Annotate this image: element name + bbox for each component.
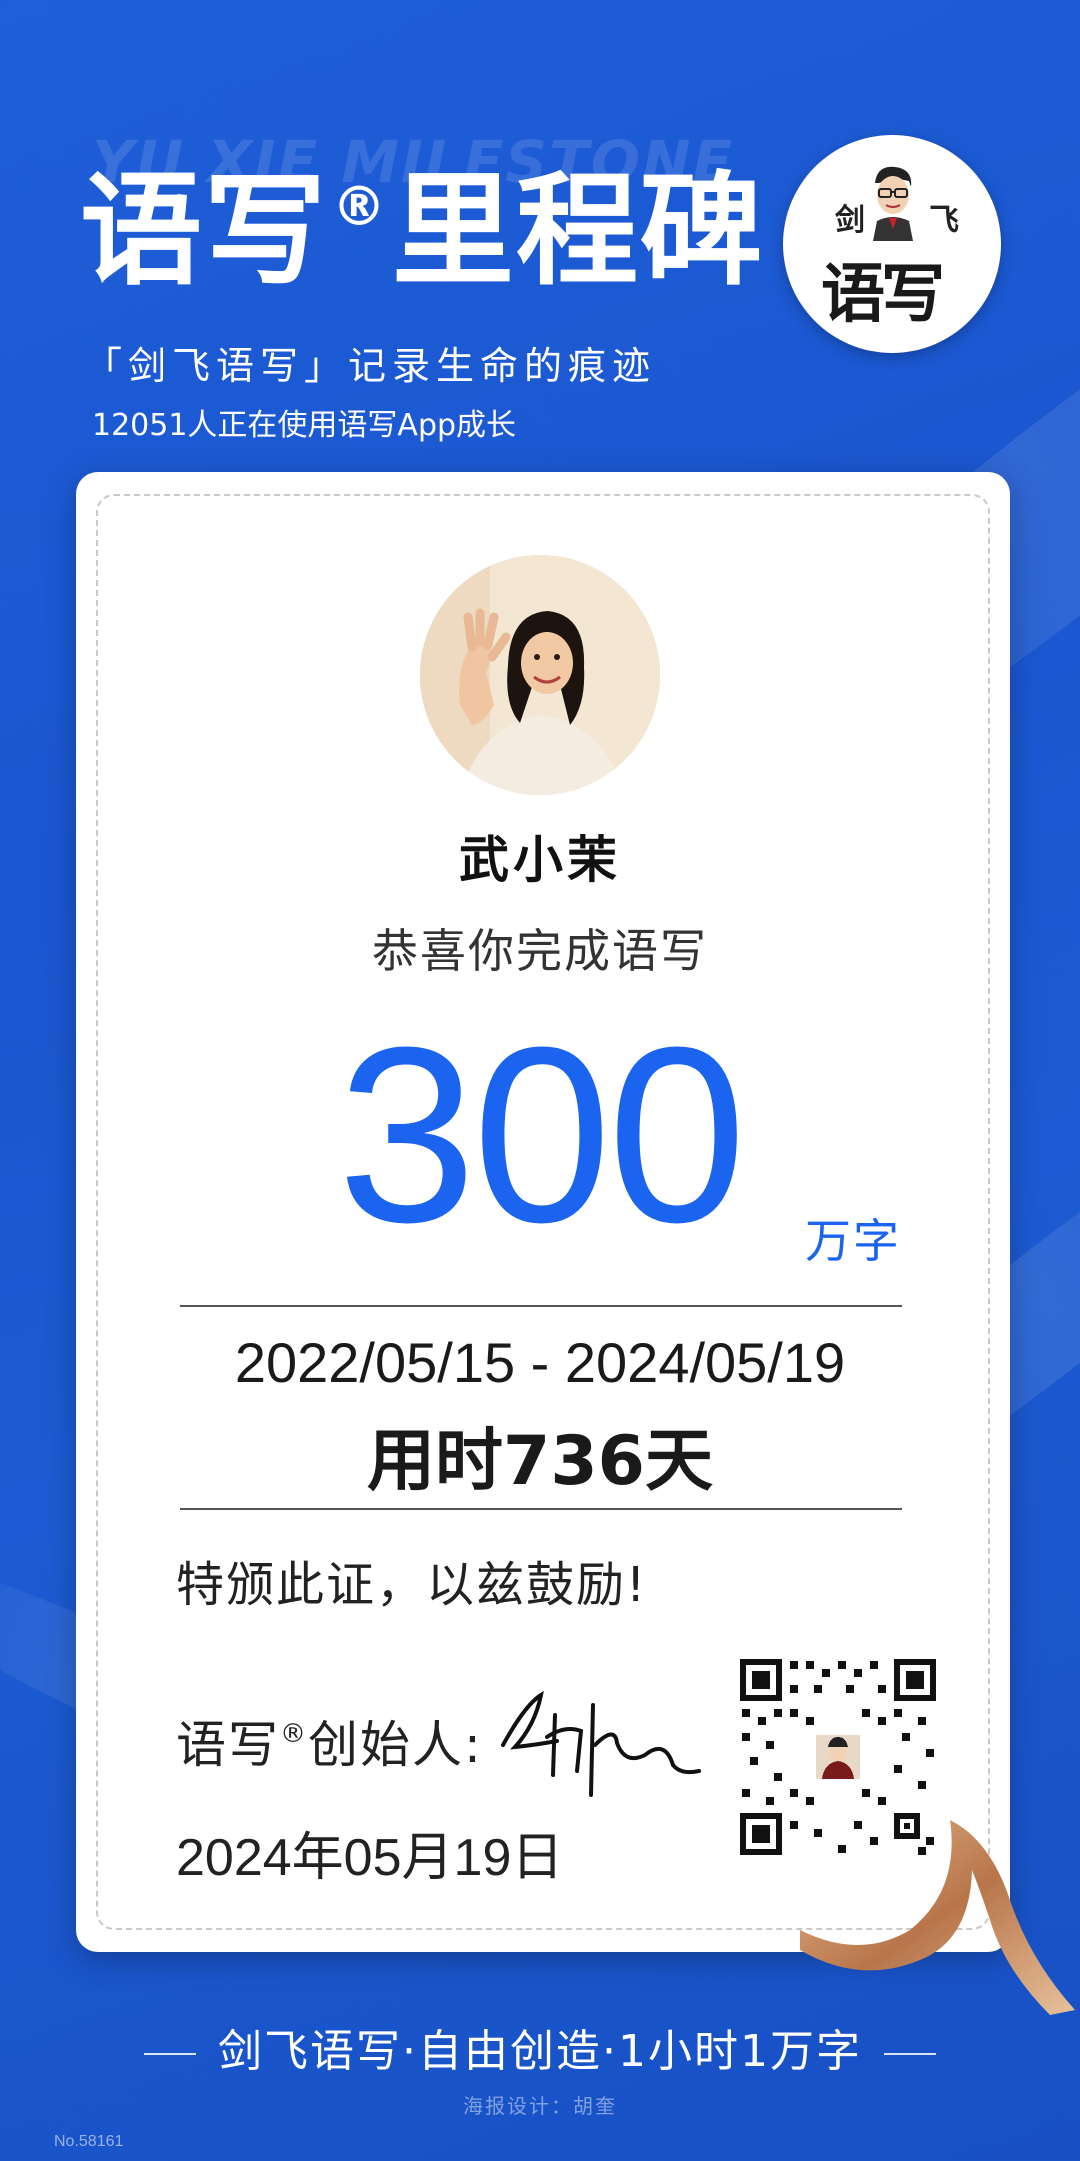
- page-title: 语写®里程碑: [80, 170, 764, 292]
- slogan-dash-right: [883, 2053, 936, 2055]
- user-photo-icon: [420, 555, 660, 795]
- registered-mark: ®: [332, 175, 388, 238]
- recipient-name: 武小茉: [459, 831, 621, 889]
- divider: [180, 1305, 902, 1307]
- certify-text: 特颁此证，以兹鼓励!: [176, 1557, 648, 1613]
- serial-number: No.58161: [54, 2133, 124, 2150]
- divider: [180, 1508, 902, 1510]
- issue-date: 2024年05月19日: [176, 1829, 564, 1887]
- duration-text: 用时736天: [367, 1422, 713, 1501]
- founder-portrait-icon: [873, 166, 913, 241]
- brand-logo: 剑 飞 语写: [783, 135, 1001, 353]
- word-count-number: 300: [337, 995, 746, 1274]
- user-count-line: 12051人正在使用语写App成长: [92, 408, 517, 443]
- avatar: [420, 555, 660, 795]
- logo-char-right: 飞: [929, 203, 959, 238]
- page-subtitle: 「剑飞语写」记录生命的痕迹: [84, 344, 657, 388]
- slogan-dash-left: [144, 2053, 197, 2055]
- page-title-part1: 语写: [80, 160, 328, 302]
- date-range: 2022/05/15 - 2024/05/19: [234, 1331, 846, 1394]
- congrats-text: 恭喜你完成语写: [372, 924, 708, 978]
- signature-icon: [501, 1690, 701, 1797]
- designer-credit: 海报设计：胡奎: [463, 2094, 617, 2118]
- word-count-unit: 万字: [805, 1214, 901, 1268]
- logo-char-left: 剑: [835, 203, 865, 238]
- ribbon-decoration-icon: [800, 1820, 1075, 2015]
- page-title-part2: 里程碑: [392, 160, 764, 302]
- logo-wordmark: 语写: [821, 257, 945, 332]
- founder-registered-mark: ®: [280, 1719, 308, 1749]
- founder-label: 语写®创始人:: [176, 1705, 483, 1777]
- footer-slogan-text: 剑飞语写·自由创造·1小时1万字: [218, 2026, 862, 2077]
- founder-label-brand: 语写: [176, 1716, 280, 1774]
- founder-label-suffix: 创始人:: [308, 1716, 483, 1774]
- footer-slogan: 剑飞语写·自由创造·1小时1万字: [0, 2015, 1080, 2079]
